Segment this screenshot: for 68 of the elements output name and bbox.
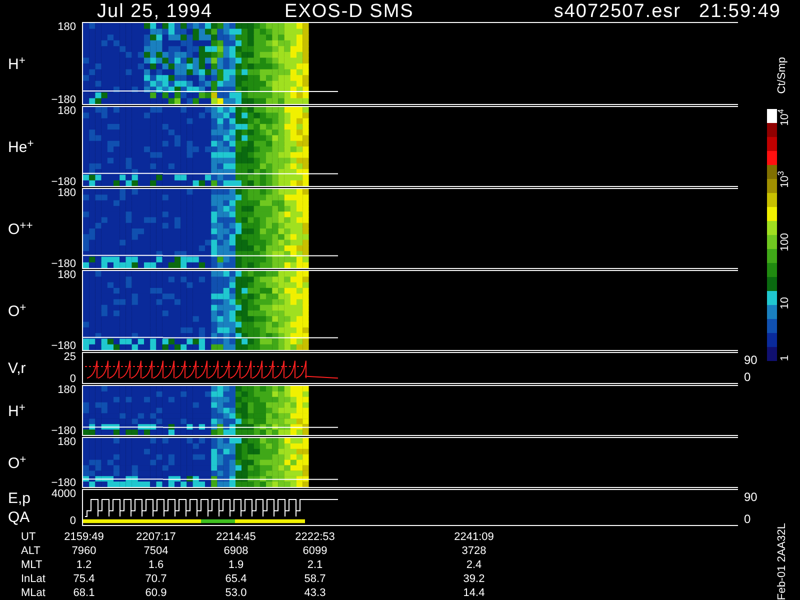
panel-label: E,p [8,490,31,507]
axis-tick-label: −180 [51,177,76,188]
axis-tick-label: 90 [744,354,758,366]
panel-label: H$^{+}$ [8,56,26,72]
table-value: 68.1 [72,586,96,600]
table-value: 2159:49 [63,530,105,544]
axis-tick-label: −180 [51,259,76,270]
table-value: 1.2 [75,558,93,572]
axis-tick-label: 180 [58,437,76,448]
axis-tick-label: 0 [70,374,76,385]
table-value: 2207:17 [135,530,177,544]
table-value: 58.7 [303,572,327,586]
table-value: 2222:53 [294,530,336,544]
axis-tick-label: 180 [58,22,76,33]
table-value: 60.9 [144,586,168,600]
panel-label: V,r [8,360,26,377]
row-label: UT [21,530,37,544]
table-value: 7960 [70,544,98,558]
row-label: InLat [21,572,46,586]
panel-label: O$^{+}$ [8,454,26,472]
axis-tick-label: 0 [744,513,752,525]
row-label: ALT [21,544,42,558]
axis-tick-label: −180 [51,95,76,106]
colorbar-unit: Ct/Smp [776,57,788,94]
table-value: 1.9 [227,558,245,572]
table-value: 2.1 [306,558,324,572]
table-value: 7504 [142,544,170,558]
table-value: 70.7 [144,572,168,586]
table-value: 6099 [302,544,328,558]
axis-tick-label: 25 [64,352,76,363]
version-note: Feb-01 2AA32L [776,522,788,600]
table-value: 2214:45 [215,530,257,544]
plot-title: 21:59:49 [699,2,781,22]
axis-tick-label: 180 [58,188,76,199]
row-label: MLT [21,558,44,572]
axis-tick-label: 180 [58,385,76,396]
table-value: 1.6 [147,558,165,572]
axis-tick-label: −180 [51,426,76,437]
plot-title: Jul 25, 1994 [97,2,213,22]
axis-tick-label: 4000 [52,489,76,500]
table-value: 53.0 [224,586,248,600]
axis-tick-label: 180 [58,106,76,117]
axis-tick-label: 90 [744,491,758,503]
table-value: 2241:09 [453,530,495,544]
panel-label: O$^{++}$ [8,220,33,238]
table-value: 43.3 [303,586,327,600]
axis-tick-label: 0 [70,516,76,527]
table-value: 6908 [222,544,250,558]
panel-label: He$^{+}$ [8,138,34,156]
table-value: 75.4 [72,572,96,586]
panel-label: QA [8,509,31,526]
axis-tick-label: −180 [51,341,76,352]
panel-label: O$^{+}$ [8,302,26,320]
row-label: MLat [21,586,46,600]
colorbar-tick-label: 100 [779,233,792,252]
table-value: 65.4 [224,572,248,586]
table-value: 3728 [460,544,488,558]
axis-tick-label: 180 [58,270,76,281]
plot-title: s4072507.esr [554,2,681,22]
axis-tick-label: −180 [51,478,76,489]
table-value: 2.4 [465,558,483,572]
colorbar-tick-label: 1 [779,354,792,361]
table-value: 39.2 [462,572,486,586]
colorbar-tick-label: 10 [779,296,792,310]
plot-title: EXOS-D SMS [284,2,414,22]
axis-tick-label: 0 [744,371,752,383]
table-value: 14.4 [462,586,486,600]
panel-label: H$^{+}$ [8,402,26,420]
